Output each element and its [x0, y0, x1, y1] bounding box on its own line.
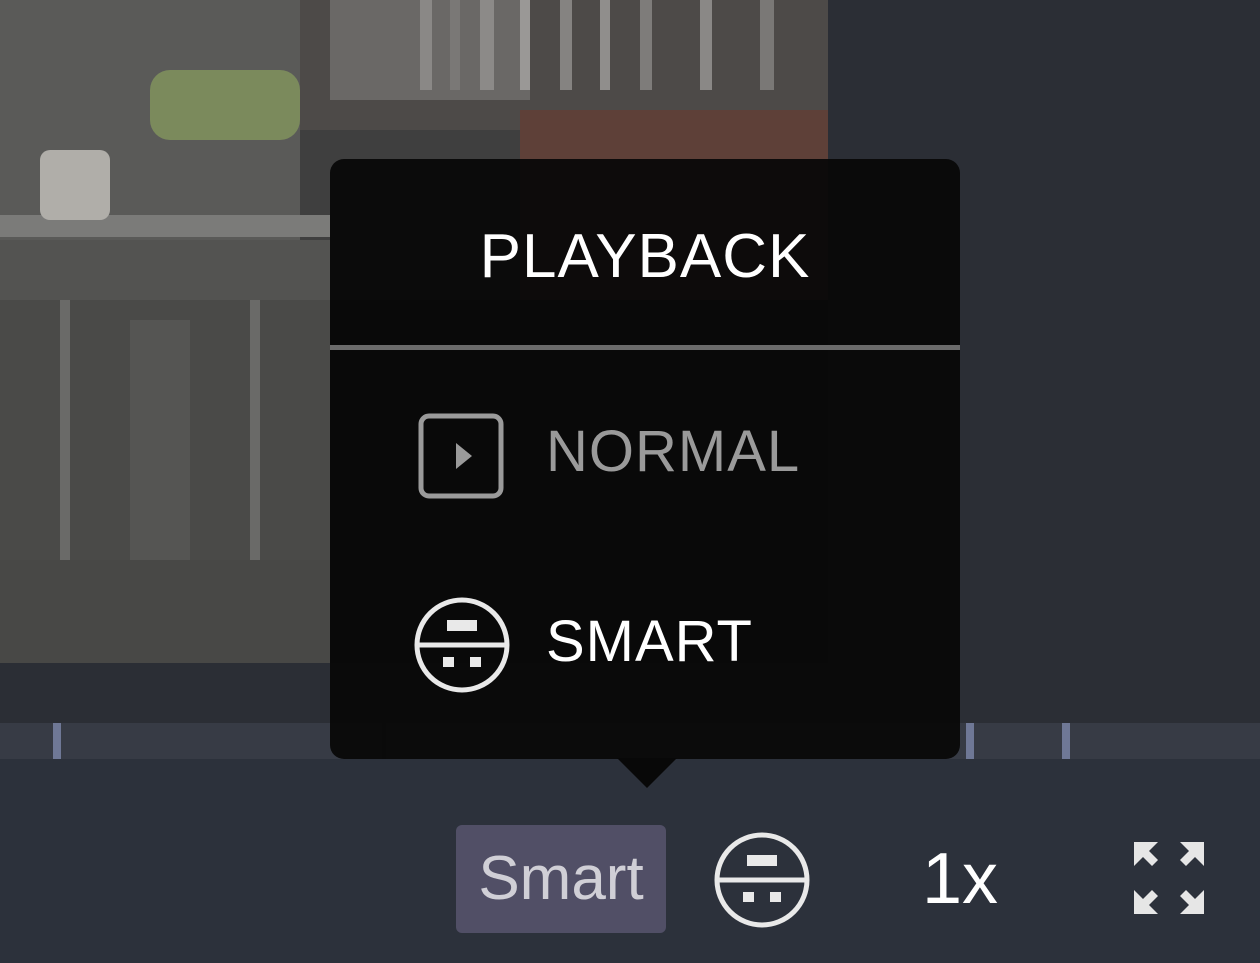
timeline-marker[interactable]	[966, 723, 974, 759]
menu-item-label: NORMAL	[546, 419, 801, 484]
menu-item-smart[interactable]: SMART	[330, 567, 960, 717]
controls-bar: Smart 1x	[0, 759, 1260, 963]
menu-item-label: SMART	[546, 609, 753, 674]
fullscreen-icon	[1134, 842, 1204, 914]
timeline-marker[interactable]	[53, 723, 61, 759]
smart-mode-icon	[714, 832, 810, 928]
menu-divider	[330, 345, 960, 350]
menu-item-normal[interactable]: NORMAL	[330, 377, 960, 527]
playback-speed-button[interactable]: 1x	[905, 825, 1015, 933]
smart-mode-button[interactable]	[712, 830, 812, 930]
video-player: Smart 1x PLAYBACK NORMAL SMART	[0, 0, 1260, 963]
playback-mode-badge: Smart	[456, 825, 666, 933]
playback-menu-title: PLAYBACK	[479, 222, 811, 291]
smart-mode-icon	[412, 595, 512, 695]
playback-menu: PLAYBACK NORMAL SMART	[330, 159, 960, 759]
popup-caret	[617, 758, 677, 788]
fullscreen-button[interactable]	[1128, 839, 1210, 917]
normal-play-icon	[412, 405, 512, 505]
timeline-marker[interactable]	[1062, 723, 1070, 759]
